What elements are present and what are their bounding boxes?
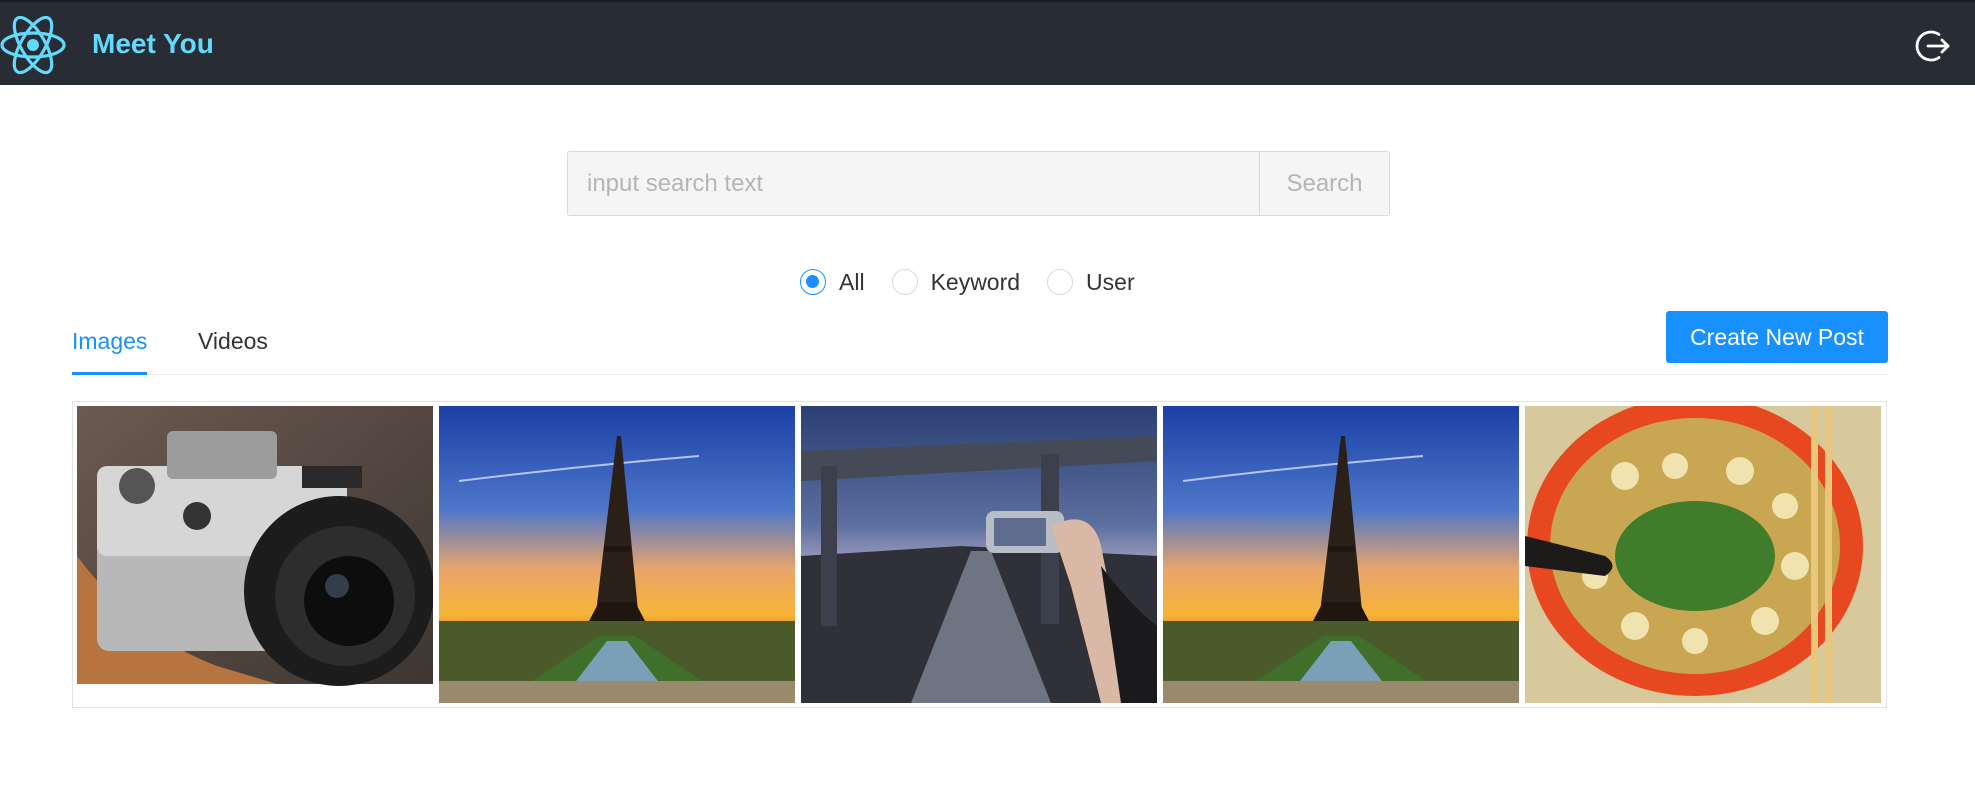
gallery-image-noodle-soup[interactable] [1525,406,1881,703]
radio-all-label: All [839,268,865,295]
bridge-phone-image [801,406,1157,703]
radio-user-dot[interactable] [1047,269,1074,295]
search-type-radio-group: All Keyword User [800,266,1162,298]
radio-keyword-label: Keyword [930,268,1021,295]
gallery-image-eiffel-tower-2[interactable] [1163,406,1519,703]
radio-user[interactable]: User [1047,269,1135,296]
gallery-image-bridge-phone[interactable] [801,406,1157,703]
tab-videos[interactable]: Videos [198,324,268,375]
app-title: Meet You [92,28,214,59]
gallery-image-camera[interactable] [77,406,433,703]
top-nav-bar: Meet You [0,0,1975,85]
eiffel-tower-image-2 [1163,406,1519,703]
radio-user-label: User [1086,268,1135,295]
radio-all[interactable]: All [800,269,865,296]
camera-image [77,406,433,703]
radio-keyword-dot[interactable] [891,269,918,295]
media-tabs: Images Videos [72,310,1887,375]
search-input[interactable] [568,152,1259,215]
search-button[interactable]: Search [1259,152,1389,215]
radio-all-dot[interactable] [800,269,826,295]
radio-keyword[interactable]: Keyword [891,268,1021,296]
noodle-soup-image [1525,406,1881,703]
react-atom-icon [0,15,66,75]
image-gallery [72,401,1887,708]
logout-icon[interactable] [1915,28,1951,64]
tab-images[interactable]: Images [72,324,148,375]
create-new-post-button[interactable]: Create New Post [1666,311,1888,363]
eiffel-tower-image [439,406,795,703]
search-bar: Search [567,151,1390,216]
gallery-image-eiffel-tower[interactable] [439,406,795,703]
